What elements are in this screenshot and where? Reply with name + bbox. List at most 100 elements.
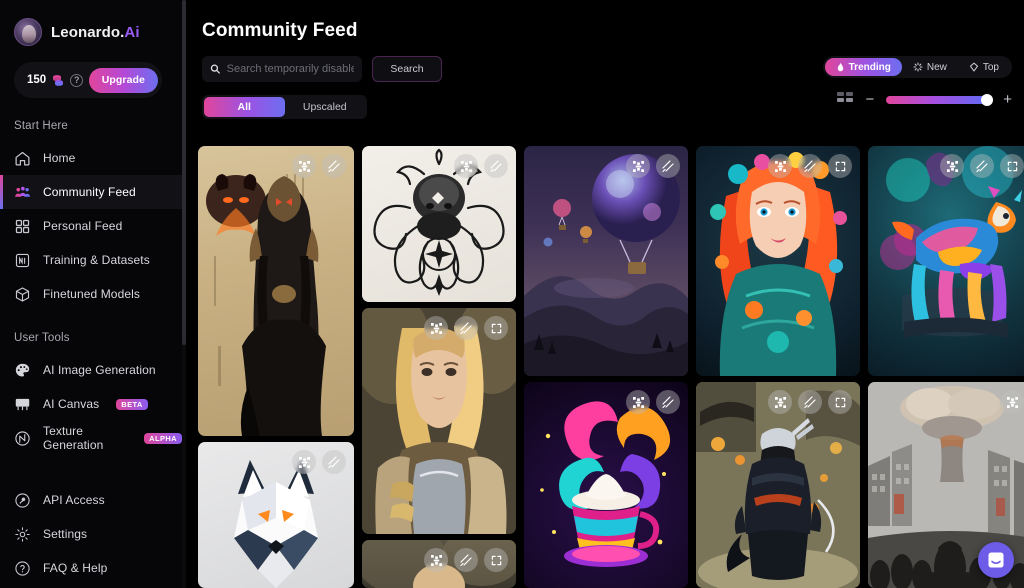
diamond-icon [969, 62, 978, 72]
card-actions [1000, 390, 1024, 414]
gallery-card-cosmic-hot-air-balloon-landscape[interactable] [524, 146, 688, 376]
badge-alpha: ALPHA [144, 432, 182, 444]
sidebar-item-community-feed[interactable]: Community Feed [0, 175, 182, 209]
content-scrollbar[interactable] [182, 0, 186, 588]
upscale-lines-icon[interactable] [484, 154, 508, 178]
sort-tab-top[interactable]: Top [958, 58, 1010, 76]
layout-grid-icon[interactable] [837, 92, 854, 107]
upscale-lines-icon[interactable] [656, 154, 680, 178]
gallery-card-ninja-samurai-rainy-street[interactable] [696, 382, 860, 588]
avatar[interactable] [14, 18, 42, 46]
question-mark-icon[interactable]: ? [70, 73, 84, 87]
card-image [198, 146, 354, 436]
canvas-easel-icon [15, 398, 30, 410]
search-box[interactable] [202, 56, 362, 82]
expand-fullscreen-icon[interactable] [484, 316, 508, 340]
remix-icon[interactable] [940, 154, 964, 178]
remix-icon[interactable] [454, 154, 478, 178]
app-root: Leonardo.Ai 150 ? Upgrade Start Here Hom… [0, 0, 1024, 588]
remix-icon[interactable] [768, 154, 792, 178]
zoom-in-button[interactable]: + [1003, 92, 1012, 107]
filter-tab-upscaled[interactable]: Upscaled [285, 97, 366, 117]
gear-icon [15, 526, 30, 542]
scrollbar-thumb[interactable] [182, 0, 186, 345]
sidebar-item-settings[interactable]: Settings [0, 517, 182, 551]
search-button[interactable]: Search [372, 56, 442, 82]
card-actions [626, 154, 680, 178]
remix-icon[interactable] [292, 154, 316, 178]
upscale-lines-icon[interactable] [970, 154, 994, 178]
zoom-out-button[interactable]: − [865, 92, 874, 107]
upscale-lines-icon[interactable] [454, 548, 478, 572]
sidebar-item-home[interactable]: Home [0, 141, 182, 175]
gallery-card-bottom-partial-card[interactable] [362, 540, 516, 588]
upscale-lines-icon[interactable] [454, 316, 478, 340]
upgrade-button[interactable]: Upgrade [88, 67, 158, 93]
card-image [524, 146, 688, 376]
sort-label: New [926, 61, 947, 73]
sidebar-item-label: API Access [43, 493, 105, 507]
sidebar-item-faq-help[interactable]: FAQ & Help [0, 551, 182, 585]
upscale-lines-icon[interactable] [798, 154, 822, 178]
card-image [868, 146, 1024, 376]
key-icon [15, 492, 30, 508]
upscale-lines-icon[interactable] [798, 390, 822, 414]
sparkle-icon [913, 62, 923, 72]
credits-amount: 150 [27, 74, 47, 86]
main-content: Community Feed Search All Upscaled [182, 0, 1024, 588]
sidebar-item-api-access[interactable]: API Access [0, 483, 182, 517]
card-artwork [206, 174, 326, 436]
brand-logo[interactable]: Leonardo.Ai [0, 0, 182, 46]
gallery-card-ink-octopus-compass[interactable] [362, 146, 516, 302]
flame-icon [837, 62, 843, 71]
expand-fullscreen-icon[interactable] [828, 154, 852, 178]
question-circle-icon [15, 560, 30, 576]
gallery-card-psychedelic-coffee-cup[interactable] [524, 382, 688, 588]
palette-icon [15, 363, 30, 377]
gallery-card-crystal-neon-tiger[interactable] [868, 146, 1024, 376]
remix-icon[interactable] [626, 154, 650, 178]
card-actions [626, 390, 680, 414]
remix-icon[interactable] [1000, 390, 1024, 414]
card-artwork [524, 154, 688, 376]
zoom-slider[interactable] [886, 93, 994, 106]
remix-icon[interactable] [768, 390, 792, 414]
sidebar-item-training-datasets[interactable]: Training & Datasets [0, 243, 182, 277]
filter-tab-all[interactable]: All [204, 97, 285, 117]
expand-fullscreen-icon[interactable] [484, 548, 508, 572]
sidebar-item-ai-image-generation[interactable]: AI Image Generation [0, 353, 182, 387]
upscale-lines-icon[interactable] [322, 450, 346, 474]
gallery-card-geometric-white-wolf[interactable] [198, 442, 354, 588]
slider-thumb[interactable] [981, 93, 994, 106]
gallery-card-blonde-armored-shieldmaiden[interactable] [362, 308, 516, 534]
remix-icon[interactable] [626, 390, 650, 414]
sidebar-item-texture-generation[interactable]: Texture Generation ALPHA [0, 421, 182, 455]
sort-tab-trending[interactable]: Trending [824, 58, 902, 76]
card-actions [940, 154, 1024, 178]
sidebar-item-label: Settings [43, 527, 88, 541]
sort-label: Top [982, 61, 999, 73]
sort-segment: Trending New Top [822, 56, 1012, 78]
sidebar-item-ai-canvas[interactable]: AI Canvas BETA [0, 387, 182, 421]
texture-cube-icon [15, 430, 30, 446]
sidebar: Leonardo.Ai 150 ? Upgrade Start Here Hom… [0, 0, 182, 588]
remix-icon[interactable] [424, 548, 448, 572]
chat-widget-button[interactable] [978, 542, 1014, 578]
sidebar-item-finetuned-models[interactable]: Finetuned Models [0, 277, 182, 311]
remix-icon[interactable] [424, 316, 448, 340]
grid-squares-icon [15, 219, 30, 233]
gallery-card-dark-armored-warrior-parchment[interactable] [198, 146, 354, 436]
upscale-lines-icon[interactable] [656, 390, 680, 414]
expand-fullscreen-icon[interactable] [1000, 154, 1024, 178]
upscale-lines-icon[interactable] [322, 154, 346, 178]
sidebar-item-label: AI Canvas [43, 397, 100, 411]
remix-icon[interactable] [292, 450, 316, 474]
sort-tab-new[interactable]: New [902, 58, 958, 76]
sidebar-item-label: Finetuned Models [43, 287, 140, 301]
card-artwork [880, 146, 1022, 338]
expand-fullscreen-icon[interactable] [828, 390, 852, 414]
gallery-card-floral-red-haired-woman[interactable] [696, 146, 860, 376]
search-input[interactable] [226, 63, 354, 75]
sidebar-item-personal-feed[interactable]: Personal Feed [0, 209, 182, 243]
